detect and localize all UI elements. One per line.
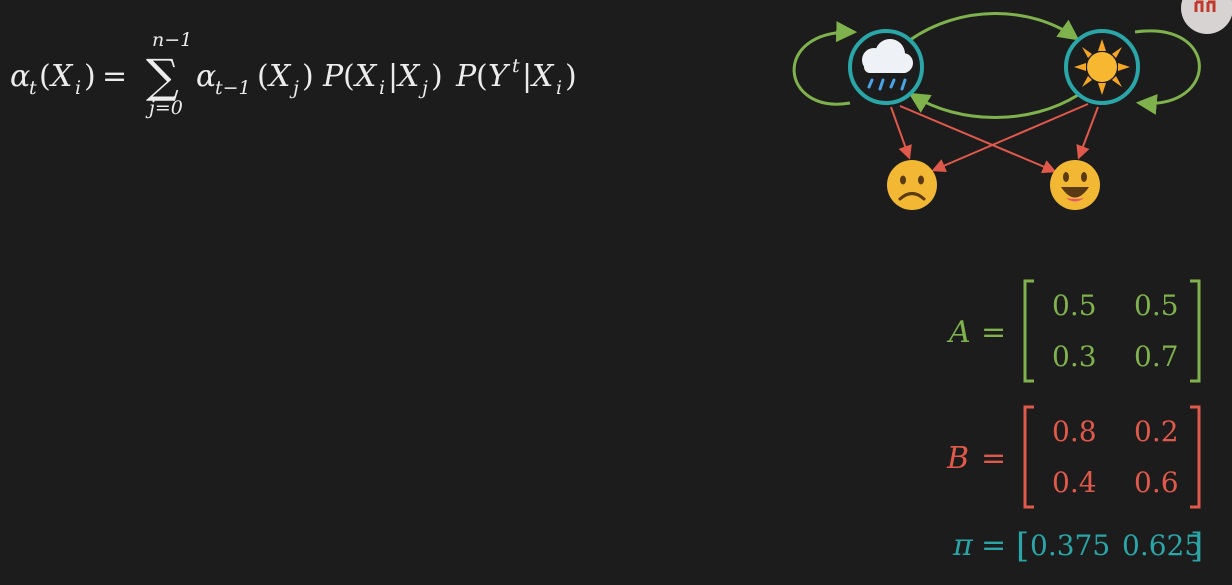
alpha-symbol: α <box>10 59 30 94</box>
given-bar-2: | <box>522 59 532 94</box>
y-superscript-t: t <box>512 55 520 77</box>
p-symbol-emission: P <box>455 59 477 94</box>
matrix-b-cell: 0.6 <box>1134 466 1179 499</box>
paren-close-2: ) <box>302 59 314 94</box>
state-rainy <box>848 29 924 105</box>
paren-close-4: ) <box>565 59 577 94</box>
sum-lower-limit: j=0 <box>145 97 183 119</box>
matrix-a-cell: 0.5 <box>1134 289 1179 322</box>
matrix-b: B = 0.8 0.2 0.4 0.6 <box>946 405 1201 509</box>
pi-label: π <box>952 528 974 563</box>
observation-sad <box>887 160 937 210</box>
scene: α t ( X i ) = n−1 ∑ j=0 α t−1 ( X j ) P … <box>10 0 1232 566</box>
state-sunny <box>1064 29 1140 105</box>
y-symbol: Y <box>488 59 511 94</box>
given-bar: | <box>388 59 398 94</box>
matrix-a-cell: 0.3 <box>1052 340 1097 373</box>
matrix-a-right-bracket <box>1190 279 1201 383</box>
matrix-b-cell: 0.8 <box>1052 415 1097 448</box>
paren-open-2: ( <box>257 59 269 94</box>
matrix-b-label: B <box>946 441 969 476</box>
sad-face-icon <box>887 160 937 210</box>
x-symbol-2: X <box>267 59 292 94</box>
paren-close: ) <box>84 59 96 94</box>
paren-close-3: ) <box>431 59 443 94</box>
alpha-prev-subscript: t−1 <box>215 77 251 99</box>
matrix-a-left-bracket <box>1023 279 1034 383</box>
matrix-a-cell: 0.5 <box>1052 289 1097 322</box>
x-symbol-3: X <box>353 59 378 94</box>
hmm-diagram <box>792 12 1201 210</box>
matrix-b-left-bracket <box>1023 405 1034 509</box>
initial-distribution: π = [ 0.375 0.625 ] <box>952 526 1203 566</box>
matrix-b-cell: 0.2 <box>1134 415 1179 448</box>
emission-rainy-to-sad <box>890 106 912 160</box>
x-subscript-i: i <box>75 77 81 99</box>
x-symbol-5: X <box>530 59 555 94</box>
x-subscript-i-3: i <box>556 77 562 99</box>
pi-equals: = <box>981 528 1006 563</box>
matrix-b-equals: = <box>981 441 1006 476</box>
matrix-a: A = 0.5 0.5 0.3 0.7 <box>946 279 1201 383</box>
paren-open-3: ( <box>343 59 355 94</box>
forward-formula: α t ( X i ) = n−1 ∑ j=0 α t−1 ( X j ) P … <box>10 29 577 119</box>
x-subscript-i-2: i <box>379 77 385 99</box>
channel-logo-icon[interactable] <box>1181 0 1232 34</box>
transition-sunny-self-loop <box>1134 29 1201 115</box>
pi-value: 0.375 <box>1030 529 1110 562</box>
x-symbol: X <box>49 59 74 94</box>
pi-open-bracket: [ <box>1016 526 1029 566</box>
happy-face-icon <box>1050 160 1100 210</box>
sun-icon <box>1074 39 1130 95</box>
alpha-subscript-t: t <box>29 77 37 99</box>
p-symbol-transition: P <box>322 59 344 94</box>
emission-sunny-to-happy <box>1076 106 1099 160</box>
paren-open-4: ( <box>476 59 488 94</box>
x-symbol-4: X <box>396 59 421 94</box>
matrix-a-equals: = <box>981 315 1006 350</box>
x-subscript-j: j <box>289 77 299 99</box>
alpha-prev-symbol: α <box>196 59 216 94</box>
transition-rainy-to-sunny <box>909 12 1080 42</box>
matrix-b-right-bracket <box>1190 405 1201 509</box>
paren-open: ( <box>39 59 51 94</box>
pi-close-bracket: ] <box>1190 526 1203 566</box>
sum-upper-limit: n−1 <box>152 29 192 51</box>
transition-rainy-self-loop <box>792 21 858 106</box>
x-subscript-j-2: j <box>418 77 428 99</box>
transition-sunny-to-rainy <box>908 92 1079 119</box>
equals-sign: = <box>102 59 127 94</box>
matrix-a-label: A <box>946 315 971 350</box>
observation-happy <box>1050 160 1100 210</box>
sum-symbol: ∑ <box>146 49 179 103</box>
matrix-a-cell: 0.7 <box>1134 340 1179 373</box>
matrix-b-cell: 0.4 <box>1052 466 1097 499</box>
